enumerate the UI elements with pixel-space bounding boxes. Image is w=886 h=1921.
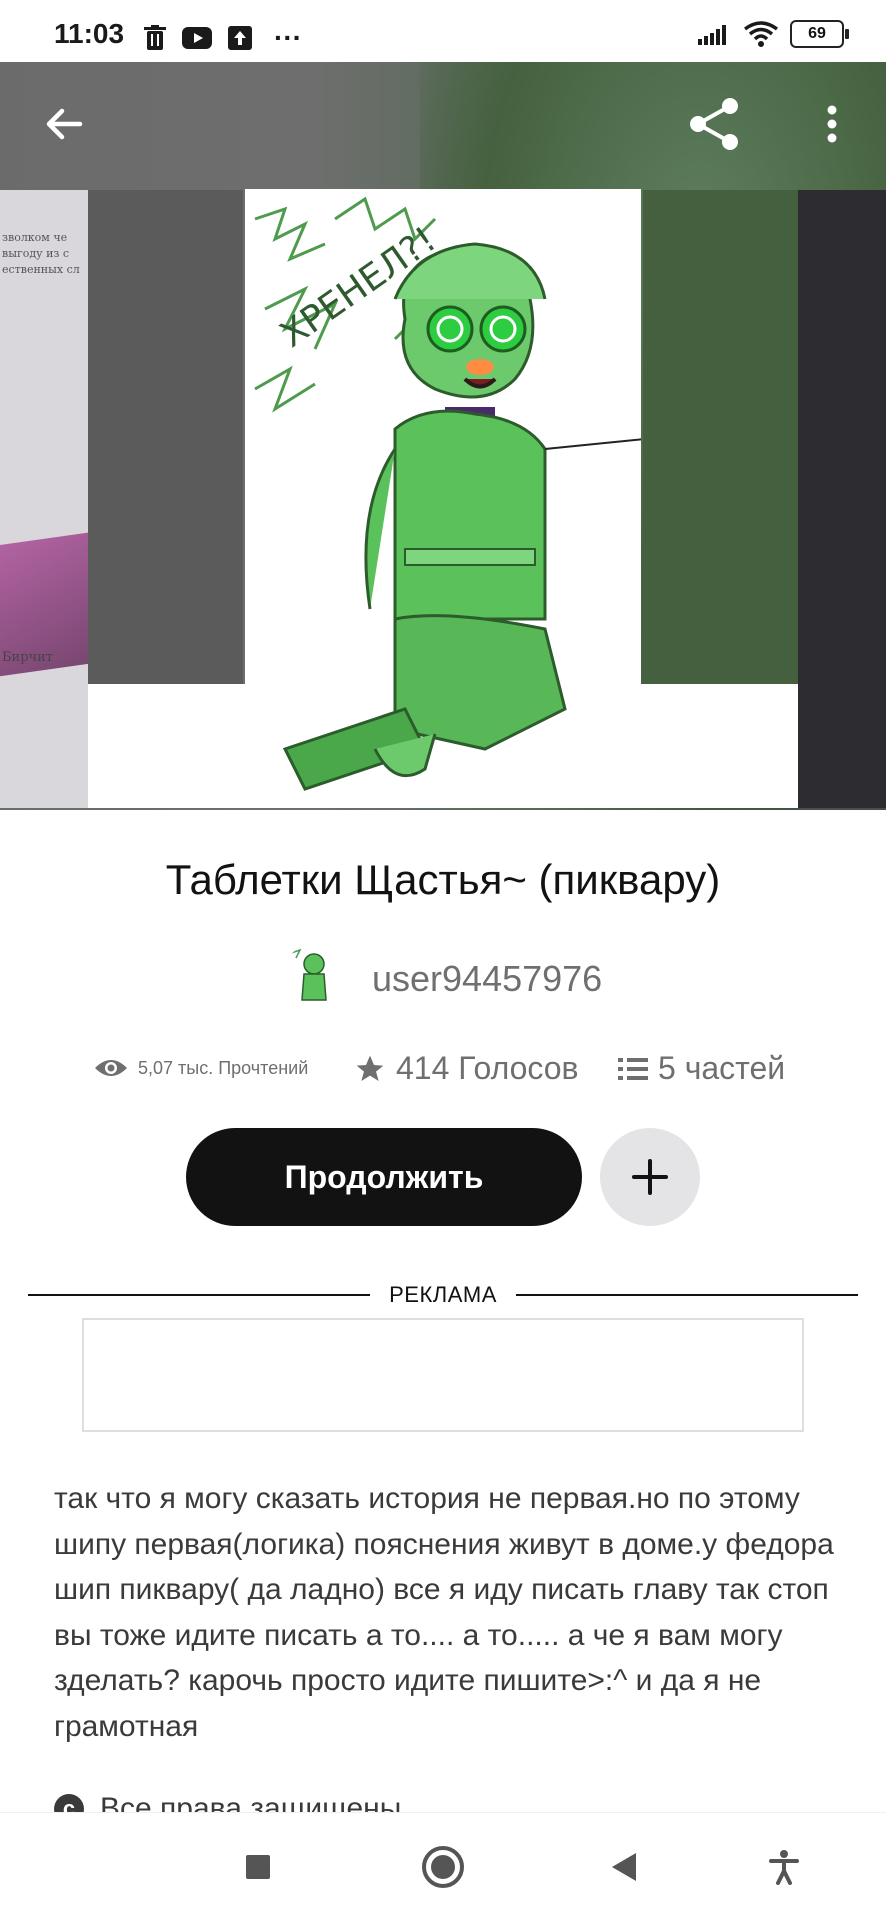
reads-stat: 5,07 тыс. Прочтений bbox=[94, 1056, 308, 1080]
accessibility-icon bbox=[769, 1850, 799, 1885]
plus-icon bbox=[632, 1159, 668, 1195]
share-icon[interactable] bbox=[686, 96, 742, 152]
trash-icon bbox=[144, 25, 166, 50]
upload-icon bbox=[228, 26, 252, 50]
recents-button[interactable] bbox=[208, 1813, 308, 1921]
home-button[interactable] bbox=[393, 1813, 493, 1921]
previous-story-cover[interactable]: зволком че выгоду из с ественных сл Бирч… bbox=[0, 190, 88, 808]
votes-stat: 414 Голосов bbox=[354, 1050, 579, 1087]
battery-level: 69 bbox=[808, 25, 826, 42]
previous-cover-line: зволком че bbox=[2, 231, 68, 244]
cover-frame-right bbox=[643, 190, 798, 684]
youtube-icon bbox=[182, 27, 212, 49]
story-description: так что я могу сказать история не первая… bbox=[54, 1482, 834, 1743]
parts-count: 5 частей bbox=[658, 1050, 786, 1086]
wifi-icon bbox=[744, 21, 778, 47]
back-triangle-icon bbox=[612, 1853, 636, 1881]
previous-cover-line: ественных сл bbox=[2, 263, 80, 276]
previous-cover-line: выгоду из с bbox=[2, 247, 70, 260]
avatar-illustration bbox=[287, 948, 327, 1001]
status-bar: 11:03 ··· 69 bbox=[0, 0, 886, 62]
recents-square-icon bbox=[246, 1855, 270, 1879]
author-name[interactable]: user94457976 bbox=[372, 958, 602, 1000]
continue-reading-button[interactable]: Продолжить bbox=[186, 1128, 582, 1226]
previous-cover-text: зволком че выгоду из с ественных сл bbox=[2, 230, 80, 278]
ad-banner[interactable] bbox=[82, 1318, 804, 1432]
accessibility-button[interactable] bbox=[734, 1813, 834, 1921]
reads-count: 5,07 тыс. Прочтений bbox=[138, 1057, 309, 1078]
back-arrow-icon[interactable] bbox=[40, 100, 88, 148]
status-system-icons: 69 bbox=[698, 20, 849, 48]
back-button[interactable] bbox=[574, 1813, 674, 1921]
parts-stat: 5 частей bbox=[618, 1050, 785, 1087]
story-title: Таблетки Щастья~ (пиквару) bbox=[165, 856, 721, 903]
previous-cover-author: Бирчит bbox=[2, 650, 53, 665]
add-to-library-button[interactable] bbox=[600, 1128, 700, 1226]
cover-frame-left bbox=[88, 190, 243, 684]
story-stats: 5,07 тыс. Прочтений 414 Голосов 5 частей bbox=[0, 1050, 886, 1096]
status-more-dots: ··· bbox=[274, 22, 302, 53]
author-row[interactable]: user94457976 bbox=[0, 940, 886, 1020]
system-navigation-bar bbox=[0, 1812, 886, 1921]
story-cover-illustration: ХРЕНЕЛ?! bbox=[254, 196, 641, 791]
status-notification-icons: ··· bbox=[144, 22, 302, 54]
ad-label: РЕКЛАМА bbox=[389, 1282, 497, 1307]
eye-icon bbox=[95, 1060, 127, 1076]
story-cover-image[interactable]: ХРЕНЕЛ?! bbox=[245, 189, 641, 807]
star-icon bbox=[356, 1055, 384, 1081]
more-vertical-icon[interactable] bbox=[816, 100, 848, 148]
author-avatar[interactable] bbox=[282, 944, 348, 1010]
list-icon bbox=[618, 1057, 648, 1080]
signal-icon bbox=[698, 25, 726, 45]
next-story-cover[interactable] bbox=[798, 190, 886, 808]
status-time: 11:03 bbox=[54, 18, 125, 49]
battery-icon: 69 bbox=[790, 20, 849, 48]
home-circle-icon bbox=[422, 1846, 464, 1888]
votes-count: 414 Голосов bbox=[396, 1050, 579, 1086]
